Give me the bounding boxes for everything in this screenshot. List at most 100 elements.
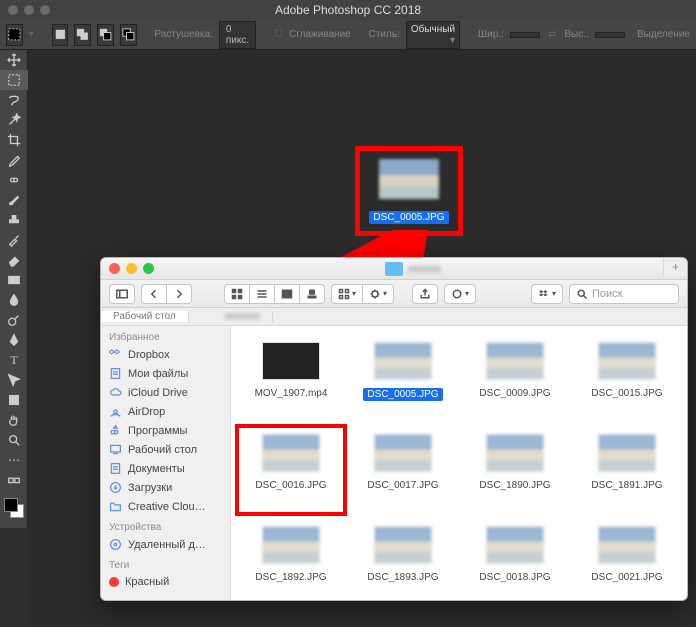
list-view-button[interactable] bbox=[250, 284, 275, 304]
dragged-file-name: DSC_0005.JPG bbox=[369, 211, 448, 224]
sidebar-item[interactable]: Dropbox bbox=[101, 345, 230, 364]
history-brush-icon[interactable] bbox=[0, 230, 28, 250]
tags-button[interactable]: ▾ bbox=[444, 284, 476, 304]
search-field[interactable]: Поиск bbox=[569, 284, 679, 304]
file-item[interactable]: DSC_1891.JPG bbox=[571, 424, 683, 516]
folder-icon bbox=[385, 262, 403, 276]
marquee-tool-icon[interactable] bbox=[0, 70, 28, 90]
forward-button[interactable] bbox=[167, 284, 192, 304]
sidebar-item[interactable]: Creative Clou… bbox=[101, 497, 230, 516]
icon-view-button[interactable] bbox=[224, 284, 250, 304]
feather-value[interactable]: 0 пикс. bbox=[219, 21, 256, 49]
file-item[interactable]: DSC_1893.JPG bbox=[347, 516, 459, 600]
file-item[interactable]: DSC_0017.JPG bbox=[347, 424, 459, 516]
move-tool-icon[interactable] bbox=[0, 50, 28, 70]
share-button[interactable] bbox=[412, 284, 438, 304]
file-item[interactable]: DSC_0015.JPG bbox=[571, 332, 683, 424]
file-item[interactable]: DSC_1890.JPG bbox=[459, 424, 571, 516]
sidebar-item[interactable]: Документы bbox=[101, 459, 230, 478]
download-icon bbox=[109, 481, 122, 494]
type-tool-icon[interactable]: T bbox=[0, 350, 28, 370]
hand-tool-icon[interactable] bbox=[0, 410, 28, 430]
sidebar-item[interactable]: Программы bbox=[101, 421, 230, 440]
crop-tool-icon[interactable] bbox=[0, 130, 28, 150]
tab-other[interactable]: xxxxxxx bbox=[189, 311, 273, 322]
brush-tool-icon[interactable] bbox=[0, 190, 28, 210]
files-grid[interactable]: MOV_1907.mp4DSC_0005.JPG DSC_0009.JPG DSC_… bbox=[231, 326, 687, 600]
shape-tool-icon[interactable] bbox=[0, 390, 28, 410]
blur-tool-icon[interactable] bbox=[0, 290, 28, 310]
file-item[interactable]: DSC_0009.JPG bbox=[459, 332, 571, 424]
close-button[interactable] bbox=[109, 263, 120, 274]
column-view-button[interactable] bbox=[275, 284, 300, 304]
file-thumb bbox=[374, 526, 432, 564]
close-dot[interactable] bbox=[8, 5, 18, 15]
minimize-button[interactable] bbox=[126, 263, 137, 274]
dropbox-button[interactable]: ▾ bbox=[531, 284, 563, 304]
sel-add-icon[interactable] bbox=[74, 24, 91, 46]
tag-dot-icon bbox=[109, 577, 119, 587]
file-item[interactable]: DSC_0005.JPG bbox=[347, 332, 459, 424]
eyedropper-tool-icon[interactable] bbox=[0, 150, 28, 170]
file-item[interactable]: MOV_1907.mp4 bbox=[235, 332, 347, 424]
width-value bbox=[510, 32, 540, 38]
sidebar-section-tags: Теги bbox=[101, 554, 230, 573]
sidebar-item[interactable]: Мои файлы bbox=[101, 364, 230, 383]
zoom-button[interactable] bbox=[143, 263, 154, 274]
lasso-tool-icon[interactable] bbox=[0, 90, 28, 110]
sel-new-icon[interactable] bbox=[52, 24, 69, 46]
finder-tab-bar: Рабочий стол xxxxxxx + bbox=[101, 308, 687, 326]
cloud-icon bbox=[109, 386, 122, 399]
path-tool-icon[interactable] bbox=[0, 370, 28, 390]
options-bar: ▾ Растушевка: 0 пикс. ☐ Сглаживание Стил… bbox=[0, 20, 696, 50]
sidebar-item[interactable]: Загрузки bbox=[101, 478, 230, 497]
more-tool-icon[interactable]: ⋯ bbox=[0, 450, 28, 470]
stamp-tool-icon[interactable] bbox=[0, 210, 28, 230]
sidebar-item[interactable]: Удаленный д… bbox=[101, 535, 230, 554]
edit-toolbar-icon[interactable] bbox=[0, 470, 28, 490]
gradient-tool-icon[interactable] bbox=[0, 270, 28, 290]
height-label: Выс.: bbox=[564, 29, 588, 40]
arrange-button[interactable]: ▾ bbox=[331, 284, 363, 304]
selection-label[interactable]: Выделение bbox=[637, 29, 690, 40]
zoom-tool-icon[interactable] bbox=[0, 430, 28, 450]
sidebar-toggle-button[interactable] bbox=[109, 284, 135, 304]
wand-tool-icon[interactable] bbox=[0, 110, 28, 130]
sidebar-item[interactable]: AirDrop bbox=[101, 402, 230, 421]
sidebar-item[interactable]: iCloud Drive bbox=[101, 383, 230, 402]
sidebar-item-label: Программы bbox=[128, 425, 187, 437]
file-thumb bbox=[262, 342, 320, 380]
file-thumb bbox=[486, 526, 544, 564]
antialias-label: Сглаживание bbox=[289, 29, 351, 40]
sidebar-item[interactable]: Рабочий стол bbox=[101, 440, 230, 459]
zoom-dot[interactable] bbox=[40, 5, 50, 15]
marquee-tool-icon[interactable] bbox=[6, 24, 23, 46]
sidebar-item[interactable]: Красный bbox=[101, 573, 230, 591]
file-name: DSC_0009.JPG bbox=[479, 388, 550, 399]
finder-window[interactable]: xxxxxx ▾ ▾ ▾ ▾ Поиск Рабочий стол xxxx bbox=[100, 257, 688, 601]
heal-tool-icon[interactable] bbox=[0, 170, 28, 190]
file-item[interactable]: DSC_0016.JPG bbox=[235, 424, 347, 516]
new-tab-button[interactable]: + bbox=[663, 258, 687, 276]
back-button[interactable] bbox=[141, 284, 167, 304]
color-swatches[interactable] bbox=[0, 496, 27, 528]
file-thumb bbox=[598, 342, 656, 380]
action-button[interactable]: ▾ bbox=[363, 284, 394, 304]
pen-tool-icon[interactable] bbox=[0, 330, 28, 350]
sel-intersect-icon[interactable] bbox=[120, 24, 137, 46]
file-item[interactable]: DSC_0021.JPG bbox=[571, 516, 683, 600]
tab-desktop[interactable]: Рабочий стол bbox=[101, 311, 189, 322]
sel-subtract-icon[interactable] bbox=[97, 24, 114, 46]
sidebar-item-label: Документы bbox=[128, 463, 185, 475]
window-controls[interactable] bbox=[8, 5, 50, 15]
coverflow-view-button[interactable] bbox=[300, 284, 325, 304]
finder-titlebar[interactable]: xxxxxx bbox=[101, 258, 687, 280]
file-thumb bbox=[262, 526, 320, 564]
eraser-tool-icon[interactable] bbox=[0, 250, 28, 270]
minimize-dot[interactable] bbox=[24, 5, 34, 15]
file-item[interactable]: DSC_1892.JPG bbox=[235, 516, 347, 600]
arrange-group-buttons: ▾ ▾ bbox=[331, 284, 394, 304]
file-item[interactable]: DSC_0018.JPG bbox=[459, 516, 571, 600]
dodge-tool-icon[interactable] bbox=[0, 310, 28, 330]
style-select[interactable]: Обычный ▾ bbox=[406, 21, 460, 49]
